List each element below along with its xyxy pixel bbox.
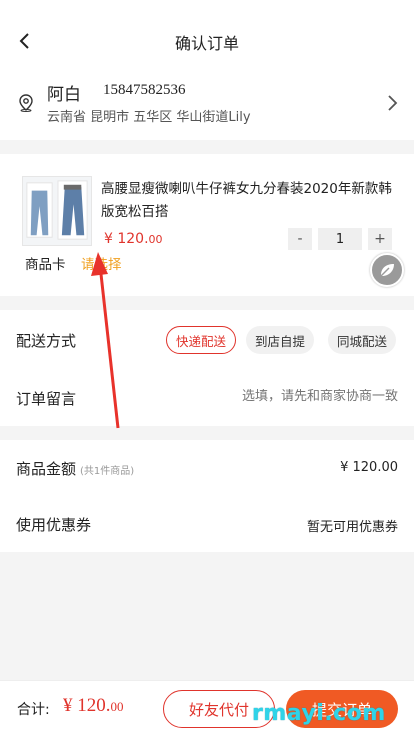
product-price-main: ¥ 120. (104, 231, 149, 247)
order-note-input[interactable] (198, 389, 398, 404)
goods-amount-label: 商品金额 (共1件商品) (16, 458, 134, 479)
delivery-label: 配送方式 (16, 332, 77, 350)
total-price-main: ¥ 120. (63, 695, 111, 716)
coupon-value[interactable]: 暂无可用优惠券 (307, 516, 398, 535)
delivery-section: 配送方式 快递配送 到店自提 同城配送 订单留言 (0, 310, 414, 426)
location-pin-icon (19, 94, 33, 112)
coupon-label: 使用优惠券 (16, 516, 92, 534)
product-price-cents: 00 (148, 233, 163, 246)
quantity-minus-button[interactable]: - (288, 228, 312, 250)
order-note-label: 订单留言 (16, 390, 77, 408)
product-card: 高腰显瘦微喇叭牛仔裤女九分春装2020年新款韩版宽松百搭 ¥ 120.00 - … (0, 154, 414, 296)
total-price-cents: 00 (110, 699, 124, 714)
address-detail: 云南省 昆明市 五华区 华山街道Lily (47, 110, 251, 125)
goods-count: (共1件商品) (80, 466, 135, 477)
product-price: ¥ 120.00 (104, 231, 163, 247)
chevron-right-icon (388, 95, 398, 111)
delivery-option-local[interactable]: 同城配送 (328, 326, 397, 354)
quantity-plus-button[interactable]: + (368, 228, 392, 250)
delivery-option-pickup[interactable]: 到店自提 (246, 326, 315, 354)
address-card[interactable]: 阿白 15847582536 云南省 昆明市 五华区 华山街道Lily (0, 68, 414, 140)
price-summary: 商品金额 (共1件商品) ¥ 120.00 使用优惠券 暂无可用优惠券 (0, 440, 414, 552)
quantity-value[interactable]: 1 (318, 228, 362, 250)
product-card-select-link[interactable]: 请选择 (81, 253, 122, 273)
delivery-option-express[interactable]: 快递配送 (166, 326, 237, 354)
watermark: rmayi.com (252, 701, 386, 726)
recipient-name: 阿白 (47, 85, 81, 105)
goods-amount-value: ¥ 120.00 (340, 460, 398, 475)
product-card-label: 商品卡 (25, 257, 66, 273)
quantity-stepper: - 1 + (288, 228, 392, 250)
page-title: 确认订单 (174, 34, 239, 53)
product-thumbnail[interactable] (22, 176, 92, 246)
leaf-icon (380, 264, 394, 277)
goods-amount-text: 商品金额 (16, 460, 77, 478)
recipient-phone: 15847582536 (103, 82, 186, 98)
product-title: 高腰显瘦微喇叭牛仔裤女九分春装2020年新款韩版宽松百搭 (101, 181, 392, 220)
total-price: ¥ 120.00 (63, 695, 124, 717)
floating-action-button[interactable] (370, 253, 404, 287)
total-label: 合计: (17, 702, 50, 718)
